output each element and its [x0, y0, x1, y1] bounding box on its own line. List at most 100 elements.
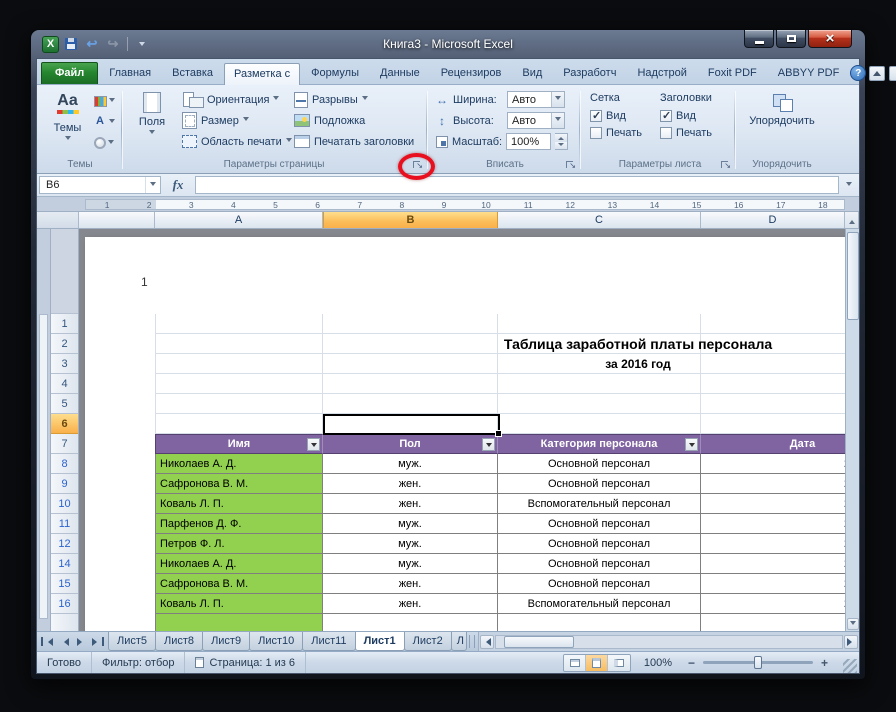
cell[interactable]	[498, 314, 701, 334]
chevron-down-icon[interactable]	[551, 113, 564, 128]
cell[interactable]: муж.	[323, 514, 498, 534]
zoom-out-button[interactable]	[685, 656, 698, 669]
scroll-left-button[interactable]	[479, 634, 494, 649]
page-setup-dialog-launcher[interactable]	[412, 158, 423, 173]
row-header-filtered[interactable]: 11	[51, 514, 78, 534]
cell[interactable]	[701, 414, 845, 434]
arrange-button[interactable]: Упорядочить	[742, 89, 822, 157]
background-button[interactable]: Подложка	[290, 110, 420, 131]
close-button[interactable]	[808, 30, 852, 48]
tab-formulas[interactable]: Формулы	[301, 62, 369, 84]
sheet-tab[interactable]: Лист5	[108, 632, 157, 651]
cell[interactable]: 23.06.2016	[701, 594, 845, 614]
undo-button[interactable]	[83, 36, 101, 52]
tab-file[interactable]: Файл	[41, 62, 99, 84]
resize-grip[interactable]	[843, 659, 857, 673]
previous-sheet-button[interactable]	[57, 634, 71, 649]
zoom-thumb[interactable]	[754, 656, 762, 669]
zoom-in-button[interactable]	[818, 656, 831, 669]
cell[interactable]: жен.	[323, 594, 498, 614]
row-header-filtered[interactable]: 15	[51, 574, 78, 594]
page-layout-view-button[interactable]	[586, 654, 608, 671]
maximize-button[interactable]	[776, 30, 806, 48]
column-header-b[interactable]: B	[323, 212, 498, 228]
print-titles-button[interactable]: Печатать заголовки	[290, 131, 420, 152]
cell[interactable]	[155, 354, 323, 374]
horizontal-scrollbar[interactable]	[477, 632, 859, 651]
cell[interactable]: Коваль Л. П.	[155, 494, 323, 514]
row-header-filtered[interactable]: 10	[51, 494, 78, 514]
gridlines-print-checkbox[interactable]: Печать	[590, 124, 660, 141]
tab-abbyy-pdf[interactable]: ABBYY PDF	[768, 62, 850, 84]
cell[interactable]: 25.05.2016	[701, 534, 845, 554]
zoom-level[interactable]: 100%	[639, 657, 677, 669]
row-header[interactable]: 1	[51, 314, 78, 334]
minimize-button[interactable]	[744, 30, 774, 48]
spinner-up-icon[interactable]	[555, 134, 567, 142]
next-sheet-button[interactable]	[74, 634, 88, 649]
normal-view-button[interactable]	[564, 654, 586, 671]
insert-function-button[interactable]: fx	[163, 176, 193, 194]
cell[interactable]	[155, 374, 323, 394]
tab-view[interactable]: Вид	[512, 62, 552, 84]
size-button[interactable]: Размер	[178, 110, 290, 131]
cell[interactable]: муж.	[323, 554, 498, 574]
scroll-right-button[interactable]	[844, 634, 858, 649]
cell[interactable]: Коваль Л. П.	[155, 594, 323, 614]
fit-width-select[interactable]: Авто	[507, 91, 565, 108]
cell[interactable]	[323, 394, 498, 414]
cell[interactable]: Вспомогательный персонал	[498, 494, 701, 514]
cell[interactable]: 25.05.2016	[701, 454, 845, 474]
cell[interactable]: Основной персонал	[498, 534, 701, 554]
expand-formula-bar-button[interactable]	[841, 176, 857, 194]
excel-logo-icon[interactable]	[42, 35, 59, 53]
scrollbar-track[interactable]	[494, 634, 843, 649]
breaks-button[interactable]: Разрывы	[290, 89, 420, 110]
cell[interactable]: Основной персонал	[498, 454, 701, 474]
cell[interactable]	[155, 414, 323, 434]
page-header-area[interactable]: 1	[85, 237, 845, 314]
scale-input[interactable]: 100%	[506, 133, 551, 150]
headings-print-checkbox[interactable]: Печать	[660, 124, 730, 141]
tab-data[interactable]: Данные	[370, 62, 430, 84]
row-header-filtered[interactable]: 8	[51, 454, 78, 474]
theme-effects-button[interactable]	[92, 134, 117, 152]
cell[interactable]	[498, 414, 701, 434]
sheet-tab[interactable]: Лист9	[202, 632, 251, 651]
cell[interactable]: Основной персонал	[498, 554, 701, 574]
row-header[interactable]: 5	[51, 394, 78, 414]
save-button[interactable]	[62, 36, 80, 52]
row-header-filtered[interactable]: 12	[51, 534, 78, 554]
chevron-down-icon[interactable]	[551, 92, 564, 107]
cell[interactable]	[498, 614, 701, 631]
sheet-tab[interactable]: Лист11	[302, 632, 356, 651]
table-header-cell[interactable]: Категория персонала	[498, 434, 701, 454]
tab-addins[interactable]: Надстрой	[627, 62, 696, 84]
tab-page-layout[interactable]: Разметка с	[224, 63, 301, 85]
filter-button[interactable]	[307, 438, 320, 451]
theme-fonts-button[interactable]	[92, 113, 117, 131]
vertical-scrollbar[interactable]	[845, 229, 859, 631]
page-break-view-button[interactable]	[608, 654, 630, 671]
cell[interactable]	[155, 394, 323, 414]
cell[interactable]	[498, 394, 701, 414]
redo-button[interactable]	[104, 36, 122, 52]
column-header-d[interactable]: D	[701, 212, 845, 228]
margins-button[interactable]: Поля	[126, 89, 178, 157]
cell[interactable]: муж.	[323, 534, 498, 554]
row-header[interactable]: 2	[51, 334, 78, 354]
first-sheet-button[interactable]	[40, 634, 54, 649]
cell[interactable]: жен.	[323, 494, 498, 514]
headings-view-checkbox[interactable]: Вид	[660, 107, 730, 124]
cell[interactable]	[155, 314, 323, 334]
sheet-tab-active[interactable]: Лист1	[354, 632, 405, 651]
cell[interactable]	[701, 614, 845, 631]
cell[interactable]: Сафронова В. М.	[155, 474, 323, 494]
tab-developer[interactable]: Разработч	[553, 62, 626, 84]
cell[interactable]: Основной персонал	[498, 474, 701, 494]
scale-to-fit-dialog-launcher[interactable]	[565, 158, 576, 173]
customize-qat-button[interactable]	[133, 36, 151, 52]
name-box[interactable]: B6	[39, 176, 161, 194]
scrollbar-thumb[interactable]	[503, 635, 574, 648]
cell[interactable]	[155, 614, 323, 631]
